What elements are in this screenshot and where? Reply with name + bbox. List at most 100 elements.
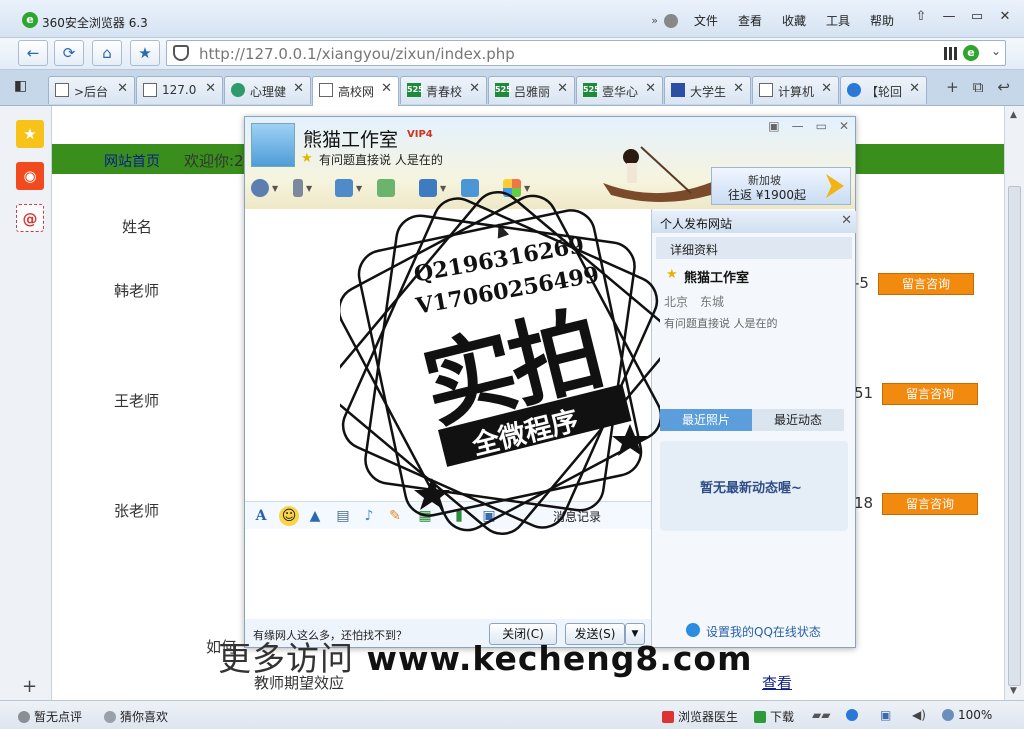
font-icon[interactable]: A [251,506,271,526]
volume-icon[interactable]: ◀) [912,708,926,722]
panel-close-icon[interactable]: ✕ [841,213,852,228]
guess-icon [104,711,116,723]
close-window-button[interactable]: ✕ [992,6,1018,28]
consult-button[interactable]: 留言咨询 [882,383,978,405]
title-bar: e 360安全浏览器 6.3 » 文件 查看 收藏 工具 帮助 ⇧ — ▭ ✕ [0,0,1024,38]
weibo-icon[interactable]: ◉ [16,162,44,190]
teacher-number: 18 [854,494,874,512]
new-tab-button[interactable]: + [946,78,959,96]
undo-close-button[interactable]: ↩ [997,78,1010,96]
contact-avatar[interactable] [251,123,295,167]
maximize-button[interactable]: ▭ [964,6,990,28]
browser-tab[interactable]: 高校网 ✕ [312,76,399,106]
menu-file[interactable]: 文件 [684,12,728,29]
address-bar[interactable]: http://127.0.0.1/xiangyou/zixun/index.ph… [166,40,1006,66]
tab-close-icon[interactable]: ✕ [293,81,304,96]
ie-icon[interactable] [846,708,862,722]
scroll-down-icon[interactable]: ▼ [1010,686,1017,696]
browser-tab[interactable]: 【轮回 ✕ [840,76,927,104]
tab-favicon-icon [847,83,861,97]
speed-icon[interactable]: ▰▰ [812,708,830,722]
qq-minimize-button[interactable]: — [792,119,804,133]
tab-label: 高校网 [338,85,375,99]
tab-close-icon[interactable]: ✕ [909,81,920,96]
browser-tab[interactable]: >后台 ✕ [48,76,135,104]
tab-recent-activity[interactable]: 最近动态 [752,409,844,431]
tab-close-icon[interactable]: ✕ [733,81,744,96]
consult-button[interactable]: 留言咨询 [882,493,978,515]
magic-icon[interactable]: ▲ [305,506,325,526]
tab-close-icon[interactable]: ✕ [381,81,392,96]
zoom-control[interactable]: 100% [942,708,992,722]
voice-call-button[interactable]: ▼ [293,177,325,199]
vertical-scrollbar[interactable]: ▲ ▼ [1004,106,1024,700]
site-home-link[interactable]: 网站首页 [104,151,160,171]
tab-favicon-icon [55,83,69,97]
qr-code-icon[interactable] [944,47,957,60]
tab-label: 青春校 [426,85,463,99]
download-icon [754,711,766,723]
more-chevron-icon[interactable]: » [651,14,664,27]
emoji-icon[interactable]: ☺ [279,506,299,526]
browser-tab[interactable]: 大学生 ✕ [664,76,751,104]
browser-tab[interactable]: 计算机 ✕ [752,76,839,104]
favorites-star-icon[interactable]: ★ [16,120,44,148]
menu-view[interactable]: 查看 [728,12,772,29]
view-link[interactable]: 查看 [762,672,792,693]
user-icon[interactable] [663,13,678,28]
shield-icon[interactable] [173,45,189,61]
tab-close-icon[interactable]: ✕ [557,81,568,96]
tab-close-icon[interactable]: ✕ [821,81,832,96]
browser-doctor-button[interactable]: 浏览器医生 [662,708,738,725]
menu-help[interactable]: 帮助 [860,12,904,29]
scroll-up-icon[interactable]: ▲ [1010,110,1017,120]
video-call-button[interactable]: ▼ [251,177,283,199]
restore-tab-button[interactable]: ⧉ [973,78,984,96]
message-input[interactable] [245,529,651,619]
flight-ad[interactable]: 新加坡 往返 ¥1900起 [711,167,851,205]
window-icon[interactable]: ▣ [880,708,891,722]
tab-label: 计算机 [778,85,815,99]
tab-recent-photos[interactable]: 最近照片 [660,409,752,431]
consult-button[interactable]: 留言咨询 [878,273,974,295]
ie-mode-icon[interactable]: e [963,45,979,61]
panel-contact-name: 熊猫工作室 [684,271,750,286]
contact-name: 熊猫工作室 [303,129,399,151]
activity-feed: 暂无最新动态喔~ [660,441,848,531]
address-dropdown-icon[interactable]: ⌄ [991,44,1001,58]
teacher-name: 韩老师 [114,282,160,300]
tab-close-icon[interactable]: ✕ [469,81,480,96]
sidebar: ★ ◉ @ + [0,106,52,700]
tab-close-icon[interactable]: ✕ [645,81,656,96]
browser-tab[interactable]: 127.0 ✕ [136,76,223,104]
menu-favorites[interactable]: 收藏 [772,12,816,29]
minimize-button[interactable]: — [936,6,962,28]
detail-tab[interactable]: 详细资料 [656,237,852,259]
guess-you-like[interactable]: 猜你喜欢 [104,708,168,725]
tab-close-icon[interactable]: ✕ [205,81,216,96]
tab-list-icon[interactable]: ◧ [14,78,27,94]
navigation-bar: ← ⟳ ⌂ ★ http://127.0.0.1/xiangyou/zixun/… [0,38,1024,70]
browser-tab[interactable]: 525 壹华心 ✕ [576,76,663,104]
mail-icon[interactable]: @ [16,204,44,232]
welcome-text: 欢迎你:2 [184,152,244,170]
add-sidebar-icon[interactable]: + [22,676,37,697]
menu-tools[interactable]: 工具 [816,12,860,29]
refresh-button[interactable]: ⟳ [54,40,84,66]
qq-close-button[interactable]: ✕ [839,119,849,133]
url-input[interactable]: http://127.0.0.1/xiangyou/zixun/index.ph… [199,45,515,63]
favorite-button[interactable]: ★ [130,40,160,66]
scroll-thumb[interactable] [1008,186,1021,686]
home-button[interactable]: ⌂ [92,40,122,66]
browser-tab[interactable]: 心理健 ✕ [224,76,311,104]
skin-button[interactable]: ⇧ [908,6,934,28]
browser-tab[interactable]: 525 青春校 ✕ [400,76,487,104]
qq-settings-icon[interactable]: ▣ [768,119,779,133]
browser-tab[interactable]: 525 吕雅丽 ✕ [488,76,575,104]
back-button[interactable]: ← [18,40,48,66]
review-status[interactable]: 暂无点评 [18,708,82,725]
qq-maximize-button[interactable]: ▭ [816,119,827,133]
download-button[interactable]: 下载 [754,708,794,725]
tab-close-icon[interactable]: ✕ [117,81,128,96]
teacher-name: 张老师 [114,502,160,520]
